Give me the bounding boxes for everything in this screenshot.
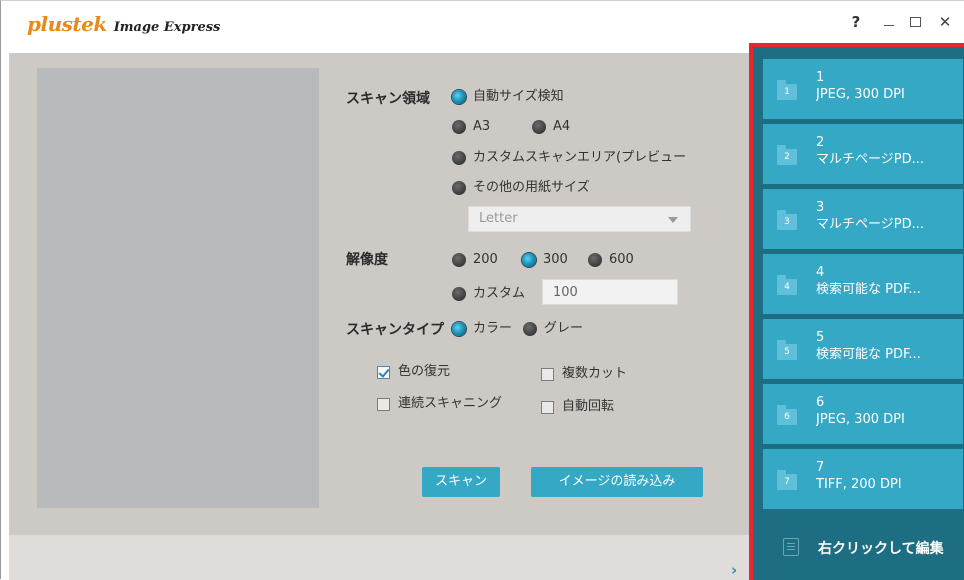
edit-hint: 右クリックして編集 [763, 528, 964, 568]
radio-icon [523, 322, 537, 336]
radio-auto-size[interactable]: 自動サイズ検知 [452, 88, 564, 106]
folder-icon: 3 [777, 210, 797, 230]
profile-button-5[interactable]: 5 5 検索可能な PDF... [763, 319, 963, 379]
help-button[interactable]: ? [847, 12, 865, 32]
resolution-label: 解像度 [346, 252, 388, 268]
maximize-icon [909, 17, 921, 27]
checkbox-icon [541, 400, 554, 414]
footer-bar [9, 535, 749, 580]
app-name: Image Express [113, 20, 221, 35]
plustek-logo: plustek [27, 12, 107, 36]
scan-type-label: スキャンタイプ [346, 322, 444, 338]
radio-a4[interactable]: A4 [532, 118, 570, 136]
radio-icon [452, 287, 466, 301]
minimize-icon [884, 25, 894, 26]
profile-button-3[interactable]: 3 3 マルチページPD... [763, 189, 963, 249]
custom-dpi-input[interactable] [542, 279, 678, 305]
profile-button-2[interactable]: 2 2 マルチページPD... [763, 124, 963, 184]
radio-dpi-200[interactable]: 200 [452, 251, 498, 269]
radio-selected-icon [452, 90, 466, 104]
checkbox-color-restore[interactable]: 色の復元 [377, 363, 450, 381]
brand: plustek Image Express [27, 12, 220, 36]
expand-arrow-icon[interactable]: › [731, 561, 737, 579]
radio-dpi-600[interactable]: 600 [588, 251, 634, 269]
profile-list: 1 1 JPEG, 300 DPI 2 2 マルチページPD... 3 3 マル… [763, 59, 964, 514]
radio-gray[interactable]: グレー [523, 320, 583, 338]
maximize-button[interactable] [907, 12, 923, 32]
radio-icon [588, 253, 602, 267]
folder-icon: 5 [777, 340, 797, 360]
profile-button-7[interactable]: 7 7 TIFF, 200 DPI [763, 449, 963, 509]
folder-icon: 4 [777, 275, 797, 295]
radio-dpi-300[interactable]: 300 [522, 251, 568, 269]
close-button[interactable]: ✕ [936, 12, 954, 32]
title-bar: plustek Image Express ? ✕ [1, 1, 964, 43]
paper-size-select[interactable]: Letter [468, 206, 691, 232]
checkbox-checked-icon [377, 365, 390, 379]
profile-button-1[interactable]: 1 1 JPEG, 300 DPI [763, 59, 963, 119]
radio-selected-icon [522, 253, 536, 267]
folder-icon: 2 [777, 145, 797, 165]
radio-icon [452, 151, 466, 165]
profile-button-6[interactable]: 6 6 JPEG, 300 DPI [763, 384, 963, 444]
radio-icon [452, 253, 466, 267]
app-window: plustek Image Express ? ✕ › スキャン領域 自動サイズ… [0, 0, 964, 580]
radio-other-paper[interactable]: その他の用紙サイズ [452, 179, 590, 197]
scan-area-label: スキャン領域 [346, 91, 430, 107]
profile-panel: 1 1 JPEG, 300 DPI 2 2 マルチページPD... 3 3 マル… [749, 43, 964, 580]
radio-color[interactable]: カラー [452, 320, 512, 338]
scan-settings-panel: › [9, 53, 749, 580]
radio-icon [452, 181, 466, 195]
edit-document-icon [783, 538, 799, 556]
checkbox-continuous-scan[interactable]: 連続スキャニング [377, 395, 502, 413]
folder-icon: 6 [777, 405, 797, 425]
radio-a3[interactable]: A3 [452, 118, 490, 136]
radio-selected-icon [452, 322, 466, 336]
radio-icon [452, 120, 466, 134]
preview-area [37, 68, 319, 508]
radio-custom-area[interactable]: カスタムスキャンエリア(プレビュー [452, 149, 686, 167]
scan-button[interactable]: スキャン [422, 467, 500, 497]
radio-dpi-custom[interactable]: カスタム [452, 285, 525, 303]
folder-icon: 7 [777, 470, 797, 490]
profile-button-4[interactable]: 4 4 検索可能な PDF... [763, 254, 963, 314]
chevron-down-icon [668, 217, 678, 223]
import-image-button[interactable]: イメージの読み込み [531, 467, 703, 497]
checkbox-icon [541, 367, 554, 381]
folder-icon: 1 [777, 80, 797, 100]
checkbox-multi-crop[interactable]: 複数カット [541, 365, 627, 383]
minimize-button[interactable] [880, 12, 898, 32]
checkbox-auto-rotate[interactable]: 自動回転 [541, 398, 614, 416]
radio-icon [532, 120, 546, 134]
checkbox-icon [377, 397, 390, 411]
